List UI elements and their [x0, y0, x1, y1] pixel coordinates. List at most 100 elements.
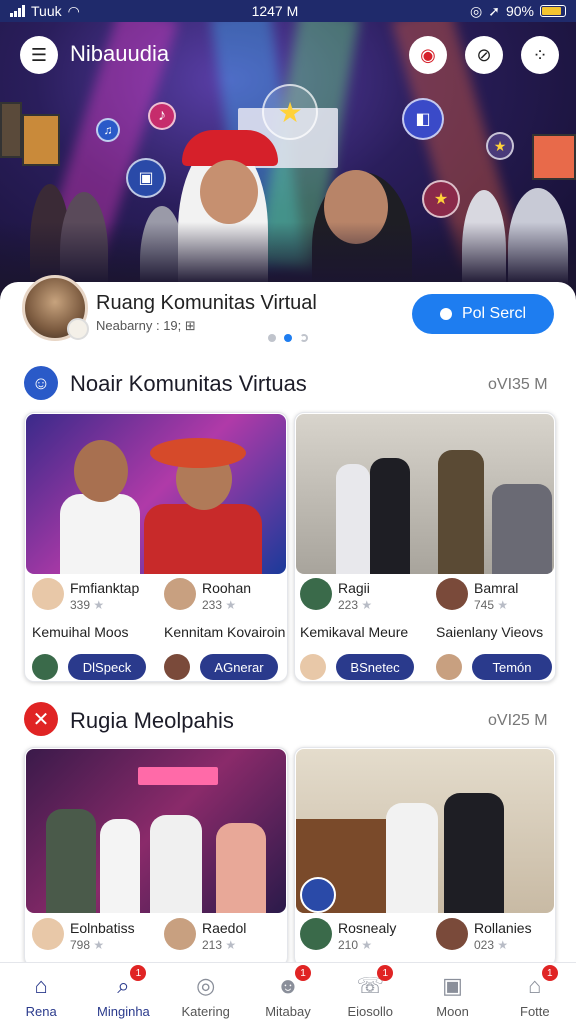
- nav-label: Moon: [436, 1004, 469, 1019]
- user-count: 798 ★: [70, 938, 105, 952]
- close-icon: ✕: [24, 702, 58, 736]
- user-name: Ragii: [338, 580, 370, 596]
- menu-button[interactable]: ☰: [20, 36, 58, 74]
- home-icon: ⌂: [34, 973, 48, 998]
- community-photo[interactable]: [26, 749, 286, 913]
- compass-icon: ⊘: [476, 44, 492, 65]
- community-photo[interactable]: [296, 749, 554, 913]
- star-icon: ★: [497, 938, 509, 952]
- join-button[interactable]: AGnerar: [200, 654, 278, 680]
- avatar[interactable]: [164, 578, 196, 610]
- avatar[interactable]: [436, 578, 468, 610]
- nav-label: Fotte: [520, 1004, 550, 1019]
- explore-button[interactable]: ⊘: [465, 36, 503, 74]
- music-icon: ♪: [148, 102, 176, 130]
- avatar[interactable]: [436, 918, 468, 950]
- signal-icon: [10, 5, 25, 17]
- user-count: 213 ★: [202, 938, 237, 952]
- nav-label: Eiosollo: [347, 1004, 394, 1019]
- bottom-nav: ⌂ Rena ⌕ 1 Minginha ◎ Katering ☻ 1 Mitabay ☏ 1 Eioso…: [0, 962, 576, 1024]
- section-title: Noair Komunitas Virtuas: [70, 371, 307, 396]
- avatar[interactable]: [164, 918, 196, 950]
- chat-bubble-icon: ▣: [126, 158, 166, 198]
- star-icon: ★: [93, 938, 105, 952]
- hamburger-icon: ☰: [30, 44, 48, 65]
- game-icon: ◧: [402, 98, 444, 140]
- section-title: Rugia Meolpahis: [70, 708, 234, 733]
- notification-badge: 1: [377, 965, 394, 981]
- notification-badge: 1: [541, 965, 558, 981]
- location-icon: ➚: [488, 2, 500, 19]
- clock: 1247 M: [251, 3, 299, 19]
- camera-icon: ◉: [420, 44, 436, 65]
- avatar[interactable]: [22, 275, 89, 341]
- star-icon: ★: [225, 598, 237, 612]
- community-photo[interactable]: [296, 414, 554, 574]
- user-count: 223 ★: [338, 598, 373, 612]
- carrier-label: Tuuk: [31, 3, 62, 19]
- star-icon: ★: [361, 938, 373, 952]
- camera-button[interactable]: ◉: [409, 36, 447, 74]
- avatar[interactable]: [32, 578, 64, 610]
- post-button[interactable]: Pol Sercl: [412, 294, 554, 334]
- nav-item-moon[interactable]: ▣ Moon: [411, 963, 493, 1024]
- wifi-icon: ◠: [67, 2, 80, 19]
- community-label: Kemuihal Moos: [32, 624, 129, 640]
- more-button[interactable]: ⁘: [521, 36, 559, 74]
- nav-label: Katering: [181, 1004, 230, 1019]
- battery-icon: [539, 5, 566, 17]
- people-small-icon: ⊞: [184, 318, 196, 333]
- user-name: Rollanies: [474, 920, 532, 936]
- star-icon: ★: [93, 598, 105, 612]
- room-subtitle: Neabarny : 19; ⊞: [96, 318, 196, 333]
- join-button[interactable]: Temón: [472, 654, 552, 680]
- member-avatar: [300, 654, 326, 680]
- top-app-bar: ☰ Nibauudia ◉ ⊘ ⁘: [0, 30, 576, 80]
- nav-item-mitabay[interactable]: ☻ 1 Mitabay: [247, 963, 329, 1024]
- star-badge-icon: ★: [422, 180, 460, 218]
- star-small-icon: ★: [486, 132, 514, 160]
- star-icon: ★: [225, 938, 237, 952]
- people-icon: ☻ 1: [273, 965, 311, 1001]
- user-name: Rosnealy: [338, 920, 397, 936]
- user-count: 023 ★: [474, 938, 509, 952]
- carousel-indicator: [268, 334, 308, 342]
- user-count: 210 ★: [338, 938, 373, 952]
- user-count: 745 ★: [474, 598, 509, 612]
- nav-label: Mitabay: [265, 1004, 311, 1019]
- user-name: Bamral: [474, 580, 519, 596]
- grid-dots-icon: ⁘: [532, 44, 548, 65]
- nav-item-rena[interactable]: ⌂ Rena: [0, 963, 82, 1024]
- status-bar: Tuuk ◠ 1247 M ◎ ➚ 90%: [0, 0, 576, 22]
- community-icon: ☺: [24, 366, 58, 400]
- alarm-icon: ◎: [470, 2, 483, 19]
- join-button[interactable]: BSnetec: [336, 654, 414, 680]
- nav-item-katering[interactable]: ◎ Katering: [165, 963, 247, 1024]
- nav-item-fotte[interactable]: ⌂ 1 Fotte: [494, 963, 576, 1024]
- member-avatar: [436, 654, 462, 680]
- profile-icon: ▣: [442, 973, 463, 998]
- battery-percent: 90%: [505, 3, 534, 19]
- community-label: Kemikaval Meure: [300, 624, 409, 640]
- house-icon: ⌂ 1: [520, 965, 558, 1001]
- community-photo[interactable]: [26, 414, 286, 574]
- search-icon: ⌕ 1: [108, 965, 147, 1001]
- notification-badge: 1: [130, 965, 147, 981]
- avatar[interactable]: [300, 918, 332, 950]
- compass-icon: ◎: [196, 973, 216, 998]
- chat-icon: ☏ 1: [355, 965, 394, 1001]
- room-name: Ruang Komunitas Virtual: [96, 292, 317, 314]
- community-label: Saienlany Vieovs: [436, 624, 544, 640]
- music-note-icon: ♫: [96, 118, 120, 142]
- nav-item-eiosollo[interactable]: ☏ 1 Eiosollo: [329, 963, 411, 1024]
- avatar[interactable]: [300, 578, 332, 610]
- avatar[interactable]: [32, 918, 64, 950]
- member-avatar: [32, 654, 58, 680]
- nav-item-minginha[interactable]: ⌕ 1 Minginha: [82, 963, 164, 1024]
- star-icon: ★: [262, 84, 318, 140]
- user-name: Fmfianktap: [70, 580, 140, 596]
- join-button[interactable]: DlSpeck: [68, 654, 146, 680]
- nav-label: Rena: [25, 1004, 57, 1019]
- section-meta: oVI35 M: [488, 376, 548, 393]
- nav-label: Minginha: [97, 1004, 150, 1019]
